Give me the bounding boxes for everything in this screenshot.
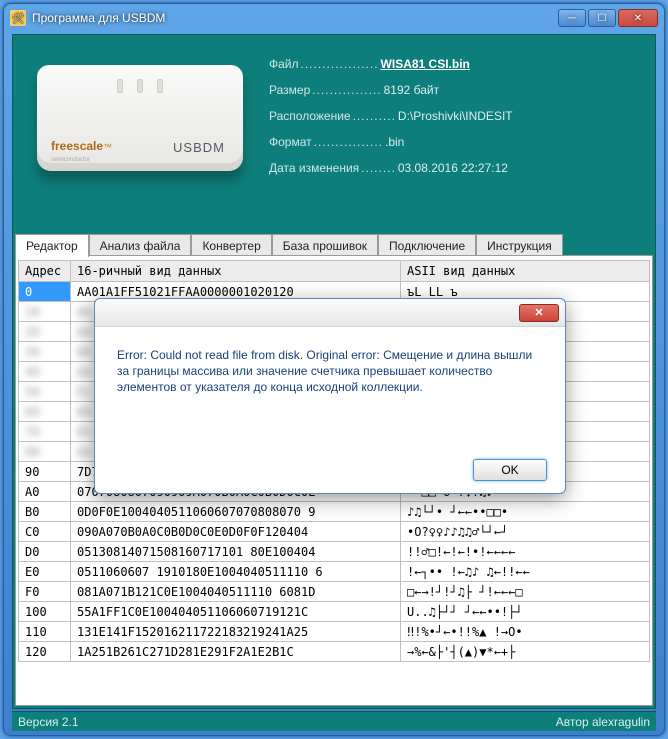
table-row[interactable]: B00D0F0E1004040511060607070808070 9♪♫└┘•… xyxy=(19,502,650,522)
tab-bar: РедакторАнализ файлаКонвертерБаза прошив… xyxy=(13,231,655,255)
file-meta: Файл ..................WISA81 CSI.bin Ра… xyxy=(269,51,643,181)
status-bar: Версия 2.1 Автор alexragulin xyxy=(12,711,656,731)
close-button[interactable]: ✕ xyxy=(618,9,658,27)
meta-date-label: Дата изменения xyxy=(269,155,359,181)
meta-fmt-label: Формат xyxy=(269,129,312,155)
dialog-close-button[interactable]: ✕ xyxy=(519,304,559,322)
device-label: USBDM xyxy=(173,140,225,155)
device-sub: semiconductor xyxy=(51,157,90,163)
app-icon: 🛠 xyxy=(10,10,26,26)
tab-2[interactable]: Конвертер xyxy=(191,234,271,257)
table-row[interactable]: 10055A1FF1C0E100404051106060719121CU..♫├… xyxy=(19,602,650,622)
device-image: freescale™ semiconductor USBDM xyxy=(37,65,243,171)
device-brand: freescale xyxy=(51,139,103,153)
minimize-button[interactable]: ─ xyxy=(558,9,586,27)
meta-date-value: 03.08.2016 22:27:12 xyxy=(398,155,508,181)
dialog-titlebar[interactable]: ✕ xyxy=(95,299,565,327)
status-version: Версия 2.1 xyxy=(18,715,79,729)
col-asc[interactable]: ASII вид данных xyxy=(401,261,650,282)
tab-4[interactable]: Подключение xyxy=(378,234,476,257)
tab-3[interactable]: База прошивок xyxy=(272,234,378,257)
tab-1[interactable]: Анализ файла xyxy=(89,234,192,257)
dialog-message: Error: Could not read file from disk. Or… xyxy=(95,327,565,415)
table-row[interactable]: E00511060607 1910180E1004040511110 6!←┐•… xyxy=(19,562,650,582)
table-row[interactable]: F0081A071B121C0E1004040511110 6081D□←→!┘… xyxy=(19,582,650,602)
dialog-ok-button[interactable]: OK xyxy=(473,459,547,481)
table-row[interactable]: 1201A251B261C271D281E291F2A1E2B1C→%←&├'┤… xyxy=(19,642,650,662)
meta-size-label: Размер xyxy=(269,77,310,103)
table-row[interactable]: 110131E141F152016211722183219241A25‼!%•┘… xyxy=(19,622,650,642)
meta-fmt-value: .bin xyxy=(385,129,404,155)
meta-size-value: 8192 байт xyxy=(384,77,440,103)
meta-loc-label: Расположение xyxy=(269,103,351,129)
tab-0[interactable]: Редактор xyxy=(15,234,89,257)
meta-file-label: Файл xyxy=(269,51,299,77)
titlebar[interactable]: 🛠 Программа для USBDM ─ ☐ ✕ xyxy=(4,4,664,32)
table-row[interactable]: D005130814071508160717101 80E100404!!♂□!… xyxy=(19,542,650,562)
meta-loc-value: D:\Proshivki\INDESIT xyxy=(398,103,513,129)
maximize-button[interactable]: ☐ xyxy=(588,9,616,27)
window-title: Программа для USBDM xyxy=(32,11,558,25)
table-row[interactable]: C0090A070B0A0C0B0D0C0E0D0F0F120404•О?♀♀♪… xyxy=(19,522,650,542)
tab-5[interactable]: Инструкция xyxy=(476,234,563,257)
meta-file-link[interactable]: WISA81 CSI.bin xyxy=(381,51,470,77)
col-addr[interactable]: Адрес xyxy=(19,261,71,282)
info-panel: freescale™ semiconductor USBDM Файл ....… xyxy=(13,35,655,231)
col-hex[interactable]: 16-ричный вид данных xyxy=(71,261,401,282)
status-author: Автор alexragulin xyxy=(556,715,650,729)
error-dialog: ✕ Error: Could not read file from disk. … xyxy=(94,298,566,494)
